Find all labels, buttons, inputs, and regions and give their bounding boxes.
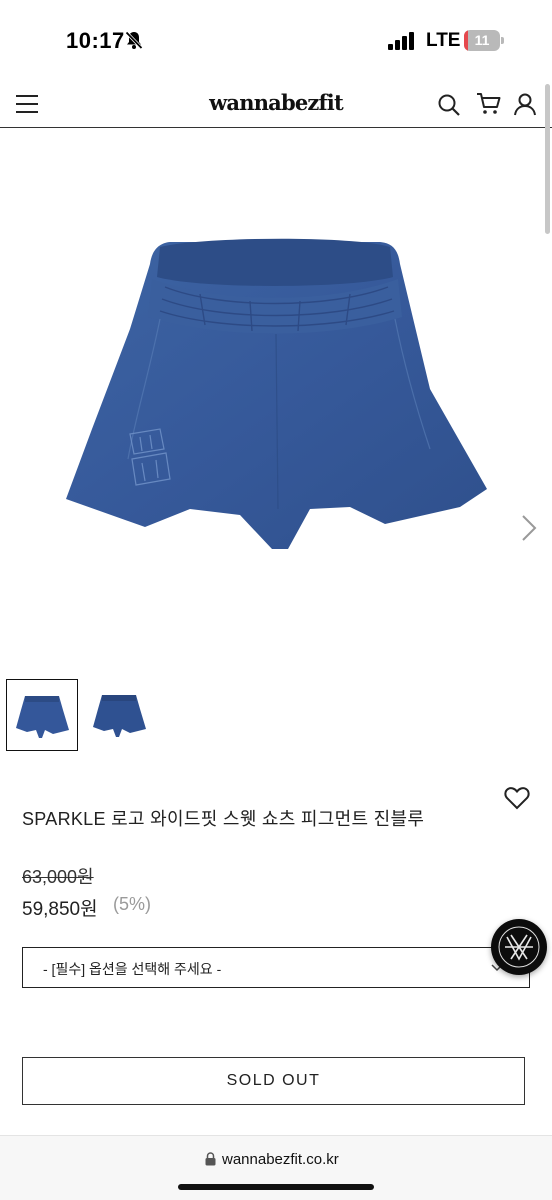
status-time: 10:17 bbox=[66, 28, 125, 53]
thumbnail-back[interactable] bbox=[84, 679, 156, 751]
sale-price: 59,850원 bbox=[22, 899, 98, 920]
home-indicator[interactable] bbox=[178, 1184, 374, 1190]
signal-icon bbox=[388, 32, 414, 50]
option-select-text: - [필수] 옵션을 선택해 주세요 - bbox=[43, 961, 222, 977]
product-image[interactable] bbox=[0, 129, 552, 671]
discount-rate: (5%) bbox=[113, 894, 152, 914]
brand-chat-badge[interactable] bbox=[491, 919, 547, 975]
battery-level: 11 bbox=[474, 32, 490, 48]
network-label: LTE bbox=[426, 30, 461, 51]
heart-icon[interactable] bbox=[504, 786, 530, 810]
original-price: 63,000원 bbox=[22, 867, 94, 887]
thumbnail-front-image bbox=[16, 696, 69, 738]
status-bar: 10:17 LTE 11 bbox=[0, 0, 552, 80]
search-icon[interactable] bbox=[437, 93, 461, 117]
brand-emblem-icon bbox=[498, 926, 540, 968]
cart-icon[interactable] bbox=[476, 92, 501, 116]
lock-icon bbox=[205, 1152, 216, 1166]
shorts-image bbox=[66, 238, 487, 549]
user-icon[interactable] bbox=[513, 92, 537, 116]
thumbnail-back-image bbox=[93, 695, 146, 737]
bell-slash-icon bbox=[125, 31, 143, 50]
chevron-right-icon[interactable] bbox=[518, 513, 540, 543]
thumbnail-front[interactable] bbox=[6, 679, 78, 751]
product-name: SPARKLE 로고 와이드핏 스웻 쇼츠 피그먼트 진블루 bbox=[22, 809, 425, 829]
url-text: wannabezfit.co.kr bbox=[222, 1151, 339, 1168]
site-header: wannabezfit bbox=[0, 80, 552, 128]
site-logo[interactable]: wannabezfit bbox=[0, 90, 552, 115]
battery-indicator: 11 bbox=[464, 30, 504, 51]
option-select[interactable]: - [필수] 옵션을 선택해 주세요 - bbox=[22, 947, 530, 988]
sold-out-button[interactable]: SOLD OUT bbox=[22, 1057, 525, 1105]
browser-address-bar[interactable]: wannabezfit.co.kr bbox=[0, 1135, 552, 1200]
